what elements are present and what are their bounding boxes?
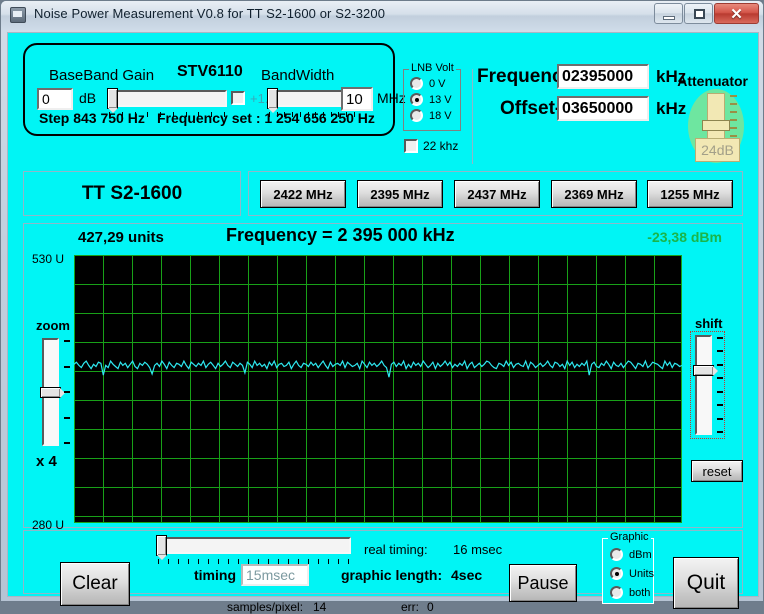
baseband-gain-input[interactable]: 0 (37, 88, 73, 110)
timing-input[interactable]: 15msec (241, 564, 309, 586)
shift-label: shift (695, 316, 723, 331)
zoom-factor-label: x 4 (36, 453, 57, 470)
tuner-settings-group: BaseBand Gain STV6110 BandWidth 0 dB +1.… (23, 43, 406, 136)
graphic-radio-both[interactable] (610, 586, 623, 599)
zoom-slider[interactable] (40, 338, 70, 446)
noise-trace (74, 359, 682, 378)
minimize-icon (663, 16, 675, 20)
title-bar: Noise Power Measurement V0.8 for TT S2-1… (1, 1, 763, 30)
slider-track (695, 335, 712, 435)
samples-per-pixel-value: 14 (313, 600, 327, 614)
reset-button[interactable]: reset (691, 460, 743, 482)
offset-unit: kHz (656, 99, 687, 118)
graphic-label-dbm: dBm (629, 549, 652, 561)
graphic-radio-dbm[interactable] (610, 548, 623, 561)
client-area: BaseBand Gain STV6110 BandWidth 0 dB +1.… (7, 32, 759, 614)
timing-slider[interactable] (156, 535, 351, 564)
lnb-radio-13v[interactable] (410, 93, 423, 106)
preset-button-2[interactable]: 2395 MHz (357, 180, 443, 208)
preset-panel: 2422 MHz 2395 MHz 2437 MHz 2369 MHz 1255… (248, 171, 743, 216)
graphic-mode-group: Graphic dBm Units both (602, 531, 655, 604)
lnb-label-18v: 18 V (429, 110, 452, 122)
step-text: Step 843 750 Hz (39, 110, 145, 126)
preset-button-1[interactable]: 2422 MHz (260, 180, 346, 208)
divider (472, 69, 473, 164)
attenuator-slider-thumb[interactable] (702, 120, 730, 131)
device-panel: TT S2-1600 (23, 171, 241, 216)
lnb-radio-0v[interactable] (410, 77, 423, 90)
preset-button-5[interactable]: 1255 MHz (647, 180, 733, 208)
error-value: 0 (427, 600, 434, 614)
clear-button[interactable]: Clear (60, 562, 130, 606)
lnb-label-13v: 13 V (429, 94, 452, 106)
graph-frequency-readout: Frequency = 2 395 000 kHz (226, 225, 455, 245)
maximize-button[interactable] (684, 3, 713, 24)
baseband-gain-slider[interactable] (107, 88, 227, 117)
preset-button-3[interactable]: 2437 MHz (454, 180, 540, 208)
tone-22khz-label: 22 khz (423, 139, 459, 153)
baseband-gain-unit: dB (79, 90, 97, 106)
slider-ticks (717, 337, 723, 433)
real-timing-label: real timing: (364, 542, 428, 557)
slider-ticks (64, 340, 70, 444)
device-name: TT S2-1600 (81, 183, 183, 204)
error-label: err: (401, 600, 419, 614)
real-timing-value: 16 msec (453, 542, 503, 557)
tone-22khz-checkbox[interactable] (404, 139, 418, 153)
graph-dbm-readout: -23,38 dBm (647, 229, 722, 245)
frequency-input[interactable]: 02395000 (557, 64, 649, 89)
shift-slider[interactable] (693, 335, 723, 435)
graphic-label-both: both (629, 587, 651, 599)
graphic-length-value: 4sec (451, 567, 483, 583)
lnb-volt-group: LNB Volt 0 V 13 V 18 V (403, 62, 461, 131)
baseband-gain-label: BaseBand Gain (49, 67, 155, 84)
window-controls: ✕ (653, 3, 759, 25)
quit-button[interactable]: Quit (673, 557, 739, 609)
bandwidth-label: BandWidth (261, 67, 335, 84)
graphic-group-title: Graphic (608, 531, 651, 543)
bandwidth-input[interactable]: 10 (341, 87, 373, 111)
lnb-label-0v: 0 V (429, 78, 446, 90)
slider-thumb[interactable] (156, 535, 167, 560)
minimize-button[interactable] (654, 3, 683, 24)
slider-track (156, 537, 351, 554)
close-icon: ✕ (730, 5, 743, 23)
gain-boost-checkbox[interactable] (231, 91, 245, 105)
preset-button-4[interactable]: 2369 MHz (551, 180, 637, 208)
graphic-length-label: graphic length: (341, 567, 443, 583)
zoom-label: zoom (36, 318, 70, 333)
maximize-icon (694, 9, 705, 19)
slider-track (107, 90, 227, 107)
timing-label: timing (194, 567, 236, 583)
graph-units-readout: 427,29 units (78, 229, 164, 246)
lnb-group-title: LNB Volt (409, 62, 456, 74)
plot-area[interactable] (74, 255, 682, 523)
pause-button[interactable]: Pause (509, 564, 577, 602)
chip-label: STV6110 (177, 63, 243, 80)
slider-thumb[interactable] (693, 365, 718, 376)
close-button[interactable]: ✕ (714, 3, 759, 24)
axis-max-label: 530 U (32, 252, 65, 266)
frequency-set-text: Frequency set : 1 254 656 250 Hz (157, 110, 375, 126)
graphic-radio-units[interactable] (610, 567, 623, 580)
offset-input[interactable]: 03650000 (557, 96, 649, 121)
bandwidth-unit: MHz (377, 90, 406, 106)
attenuator-value: 24dB (695, 138, 740, 162)
app-icon (10, 7, 26, 23)
attenuator-label: Attenuator (677, 73, 748, 89)
app-window: Noise Power Measurement V0.8 for TT S2-1… (0, 0, 764, 614)
slider-thumb[interactable] (107, 88, 118, 113)
slider-thumb[interactable] (267, 88, 278, 113)
slider-thumb[interactable] (40, 387, 65, 398)
samples-per-pixel-label: samples/pixel: (227, 600, 304, 614)
graphic-label-units: Units (629, 568, 655, 580)
lnb-radio-18v[interactable] (410, 109, 423, 122)
window-title: Noise Power Measurement V0.8 for TT S2-1… (34, 6, 386, 21)
